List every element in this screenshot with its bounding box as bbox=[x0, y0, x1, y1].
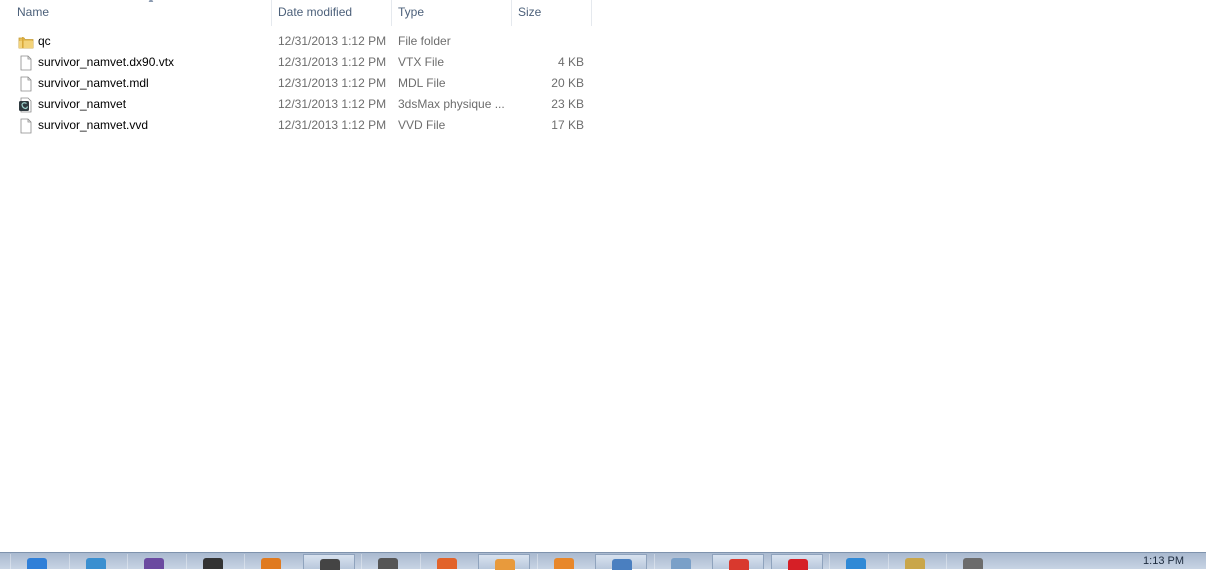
app-cone-icon bbox=[553, 558, 574, 569]
taskbar-button-app-notepad[interactable] bbox=[653, 554, 707, 569]
file-icon bbox=[20, 55, 32, 71]
app-flame-icon bbox=[436, 558, 457, 569]
sort-ascending-icon: ▲ bbox=[147, 0, 155, 4]
file-row-vtx[interactable]: survivor_namvet.dx90.vtx 12/31/2013 1:12… bbox=[0, 52, 593, 73]
app-media-icon bbox=[144, 558, 164, 569]
app-bird-icon bbox=[85, 558, 106, 569]
taskbar-button-app-picture[interactable] bbox=[887, 554, 941, 569]
file-type: VVD File bbox=[398, 118, 446, 132]
taskbar-button-app-tent[interactable] bbox=[185, 554, 239, 569]
file-type: MDL File bbox=[398, 76, 446, 90]
app-explorer-icon bbox=[495, 559, 515, 570]
taskbar-clock[interactable]: 1:13 PM bbox=[1143, 553, 1184, 569]
file-date: 12/31/2013 1:12 PM bbox=[278, 118, 387, 132]
app-camera-icon bbox=[319, 559, 340, 570]
file-size: 20 KB bbox=[551, 76, 584, 90]
file-name: qc bbox=[38, 34, 51, 48]
file-row-physique[interactable]: survivor_namvet 12/31/2013 1:12 PM 3dsMa… bbox=[0, 94, 593, 115]
3dsmax-physique-icon bbox=[19, 97, 32, 113]
app-ie-icon bbox=[846, 558, 866, 569]
taskbar-button-app-folders[interactable] bbox=[946, 554, 999, 569]
app-tent-icon bbox=[202, 558, 223, 569]
file-name: survivor_namvet.vvd bbox=[38, 118, 149, 132]
file-date: 12/31/2013 1:12 PM bbox=[278, 55, 387, 69]
column-header-size-label: Size bbox=[518, 5, 542, 19]
file-row-mdl[interactable]: survivor_namvet.mdl 12/31/2013 1:12 PM M… bbox=[0, 73, 593, 94]
taskbar-button-app-media[interactable] bbox=[127, 554, 180, 569]
file-date: 12/31/2013 1:12 PM bbox=[278, 76, 387, 90]
taskbar-button-start[interactable] bbox=[10, 554, 63, 569]
column-header-type-label: Type bbox=[398, 5, 425, 19]
file-icon bbox=[20, 76, 32, 92]
start-icon bbox=[27, 558, 47, 569]
file-date: 12/31/2013 1:12 PM bbox=[278, 34, 387, 48]
column-header-name-label: Name bbox=[17, 5, 50, 19]
file-name: survivor_namvet bbox=[38, 97, 127, 111]
taskbar-button-app-shield[interactable] bbox=[361, 554, 414, 569]
file-name: survivor_namvet.dx90.vtx bbox=[38, 55, 175, 69]
taskbar-button-app-explorer[interactable] bbox=[478, 554, 530, 570]
app-fox-icon bbox=[261, 558, 281, 569]
column-header-name[interactable]: Name ▲ bbox=[11, 0, 272, 26]
file-type: File folder bbox=[398, 34, 451, 48]
app-window-icon bbox=[612, 559, 632, 570]
taskbar-button-app-cone[interactable] bbox=[536, 554, 590, 569]
column-header-size[interactable]: Size bbox=[512, 0, 592, 26]
column-header-bar: Name ▲ Date modified Type Size bbox=[0, 0, 593, 26]
file-row-qc[interactable]: qc 12/31/2013 1:12 PM File folder bbox=[0, 31, 593, 52]
column-header-date[interactable]: Date modified bbox=[272, 0, 392, 26]
app-red-icon bbox=[787, 559, 808, 570]
file-size: 4 KB bbox=[557, 55, 584, 69]
app-chrome-icon bbox=[729, 559, 749, 570]
file-size: 23 KB bbox=[551, 97, 584, 111]
app-shield-icon bbox=[378, 558, 398, 569]
file-row-vvd[interactable]: survivor_namvet.vvd 12/31/2013 1:12 PM V… bbox=[0, 115, 593, 136]
taskbar-button-app-fox[interactable] bbox=[244, 554, 297, 569]
file-icon bbox=[20, 118, 32, 134]
file-list: qc 12/31/2013 1:12 PM File folder surviv… bbox=[0, 31, 593, 136]
app-folders-icon bbox=[963, 558, 983, 569]
app-picture-icon bbox=[904, 558, 925, 569]
taskbar-button-app-ie[interactable] bbox=[829, 554, 882, 569]
column-header-date-label: Date modified bbox=[278, 5, 353, 19]
taskbar-button-app-red[interactable] bbox=[770, 554, 823, 570]
taskbar-button-app-window[interactable] bbox=[595, 554, 647, 570]
column-header-type[interactable]: Type bbox=[392, 0, 512, 26]
file-type: VTX File bbox=[398, 55, 445, 69]
taskbar-button-app-camera[interactable] bbox=[302, 554, 355, 570]
taskbar-button-app-flame[interactable] bbox=[419, 554, 473, 569]
app-notepad-icon bbox=[670, 558, 691, 569]
taskbar-button-app-bird[interactable] bbox=[68, 554, 122, 569]
file-type: 3dsMax physique ... bbox=[398, 97, 505, 111]
file-date: 12/31/2013 1:12 PM bbox=[278, 97, 387, 111]
folder-icon bbox=[18, 37, 34, 49]
file-name: survivor_namvet.mdl bbox=[38, 76, 149, 90]
taskbar: 1:13 PM bbox=[0, 552, 1206, 570]
taskbar-button-app-chrome[interactable] bbox=[712, 554, 764, 570]
file-size: 17 KB bbox=[551, 118, 584, 132]
